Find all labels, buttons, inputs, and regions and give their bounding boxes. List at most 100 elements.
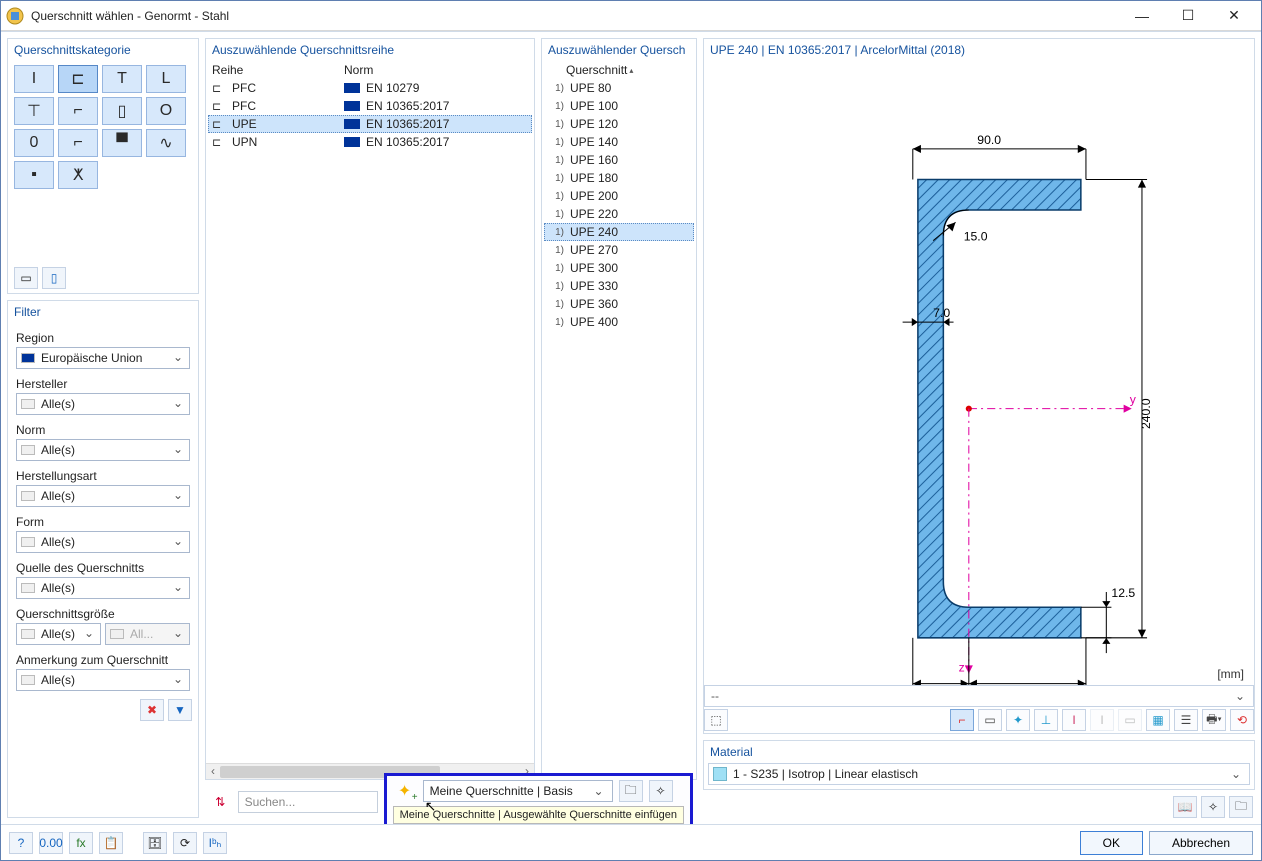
favorites-select[interactable]: Meine Querschnitte | Basis [423,780,613,802]
category-button-12[interactable]: ▪ [14,161,54,189]
series-col-norm[interactable]: Norm [344,63,373,77]
category-button-5[interactable]: ⌐ [58,97,98,125]
section-row[interactable]: 1)UPE 400 [544,313,694,331]
svg-text:z: z [959,660,965,674]
quelle-select[interactable]: Alle(s) [16,577,190,599]
section-row[interactable]: 1)UPE 160 [544,151,694,169]
preview-canvas[interactable]: 90.0 15.0 7.0 240.0 [704,61,1254,685]
favorites-folder-button[interactable]: 🗀 [619,780,643,802]
hersteller-select[interactable]: Alle(s) [16,393,190,415]
category-button-9[interactable]: ⌐ [58,129,98,157]
close-button[interactable]: ✕ [1211,1,1257,31]
section-row[interactable]: 1)UPE 300 [544,259,694,277]
section-row[interactable]: 1)UPE 240 [544,223,694,241]
material-title: Material [704,741,1254,763]
series-row[interactable]: ⊏PFCEN 10365:2017 [208,97,532,115]
region-select[interactable]: Europäische Union [16,347,190,369]
units-button[interactable]: 0.00 [39,832,63,854]
search-input[interactable]: Suchen... [238,791,378,813]
section-row[interactable]: 1)UPE 220 [544,205,694,223]
category-button-11[interactable]: ∿ [146,129,186,157]
section-row[interactable]: 1)UPE 200 [544,187,694,205]
norm-label: Norm [16,423,190,437]
series-panel: Auszuwählende Querschnittsreihe ReiheNor… [205,38,535,780]
view-list-button[interactable]: ☰ [1174,709,1198,731]
preview-info-select[interactable]: -- [704,685,1254,707]
category-button-3[interactable]: L [146,65,186,93]
section-row[interactable]: 1)UPE 100 [544,97,694,115]
section-row[interactable]: 1)UPE 360 [544,295,694,313]
note-label: Anmerkung zum Querschnitt [16,653,190,667]
art-select[interactable]: Alle(s) [16,485,190,507]
section-row[interactable]: 1)UPE 330 [544,277,694,295]
category-button-0[interactable]: I [14,65,54,93]
svg-text:y: y [1130,393,1137,407]
database-button[interactable]: 🗄 [143,832,167,854]
app-footer: ? 0.00 fx 📋 🗄 ⟳ Iᵇₕ OK Abbrechen [1,824,1261,860]
series-row[interactable]: ⊏PFCEN 10279 [208,79,532,97]
titlebar: Querschnitt wählen - Genormt - Stahl — ☐… [1,1,1261,31]
favorites-new-button[interactable]: ✧ [649,780,673,802]
view-i-button[interactable]: I [1062,709,1086,731]
section-row[interactable]: 1)UPE 270 [544,241,694,259]
section-row[interactable]: 1)UPE 120 [544,115,694,133]
material-select[interactable]: 1 - S235 | Isotrop | Linear elastisch [708,763,1250,785]
refresh-button[interactable]: ⟳ [173,832,197,854]
filter-apply-button[interactable]: ▼ [168,699,192,721]
copy-button[interactable]: 📋 [99,832,123,854]
iprofile-button[interactable]: Iᵇₕ [203,832,227,854]
print-button[interactable]: 🖶▾ [1202,709,1226,731]
filter-panel: Filter Region Europäische Union Herstell… [7,300,199,818]
stress-point-button[interactable]: ⬚ [704,709,728,731]
view-principal-button[interactable]: ✦ [1006,709,1030,731]
sections-col[interactable]: Querschnitt [566,63,631,77]
category-button-10[interactable]: ▀ [102,129,142,157]
order-icon[interactable]: ⇅ [209,791,232,813]
cancel-button[interactable]: Abbrechen [1149,831,1253,855]
form-select[interactable]: Alle(s) [16,531,190,553]
sections-list[interactable]: 1)UPE 801)UPE 1001)UPE 1201)UPE 1401)UPE… [542,79,696,779]
view-dims-button[interactable]: ▭ [978,709,1002,731]
category-button-8[interactable]: 0 [14,129,54,157]
fx-button[interactable]: fx [69,832,93,854]
material-folder-button[interactable]: 🗀 [1229,796,1253,818]
maximize-button[interactable]: ☐ [1165,1,1211,31]
ok-button[interactable]: OK [1080,831,1143,855]
filter-clear-button[interactable]: ✖ [140,699,164,721]
category-button-7[interactable]: O [146,97,186,125]
category-view2-button[interactable]: ▯ [42,267,66,289]
section-row[interactable]: 1)UPE 80 [544,79,694,97]
library-button[interactable]: 📖 [1173,796,1197,818]
note-select[interactable]: Alle(s) [16,669,190,691]
app-icon [5,6,25,26]
favorites-add-button[interactable]: ✦+ [393,780,417,802]
favorites-tooltip: Meine Querschnitte | Ausgewählte Quersch… [393,806,684,824]
view-grid-button[interactable]: ▦ [1146,709,1170,731]
view-shear-button[interactable]: ⊥ [1034,709,1058,731]
category-button-2[interactable]: T [102,65,142,93]
minimize-button[interactable]: — [1119,1,1165,31]
series-row[interactable]: ⊏UPNEN 10365:2017 [208,133,532,151]
category-button-6[interactable]: ▯ [102,97,142,125]
series-list[interactable]: ⊏PFCEN 10279⊏PFCEN 10365:2017⊏UPEEN 1036… [206,79,534,763]
view-axes-button[interactable]: ⌐ [950,709,974,731]
category-button-16[interactable]: ⵅ [58,161,98,189]
section-row[interactable]: 1)UPE 140 [544,133,694,151]
new-material-button[interactable]: ✧ [1201,796,1225,818]
category-view1-button[interactable]: ▭ [14,267,38,289]
series-col-reihe[interactable]: Reihe [212,63,344,77]
svg-text:90.0: 90.0 [977,133,1001,147]
norm-select[interactable]: Alle(s) [16,439,190,461]
help-button[interactable]: ? [9,832,33,854]
category-button-4[interactable]: ⊤ [14,97,54,125]
view-disabled1-button: I [1090,709,1114,731]
size-select[interactable]: Alle(s) [16,623,101,645]
reset-view-button[interactable]: ⟲ [1230,709,1254,731]
category-button-1[interactable]: ⊏ [58,65,98,93]
region-label: Region [16,331,190,345]
sections-panel: Auszuwählender Quersch Querschnitt 1)UPE… [541,38,697,780]
svg-text:240.0: 240.0 [1139,398,1153,429]
art-label: Herstellungsart [16,469,190,483]
series-row[interactable]: ⊏UPEEN 10365:2017 [208,115,532,133]
section-row[interactable]: 1)UPE 180 [544,169,694,187]
